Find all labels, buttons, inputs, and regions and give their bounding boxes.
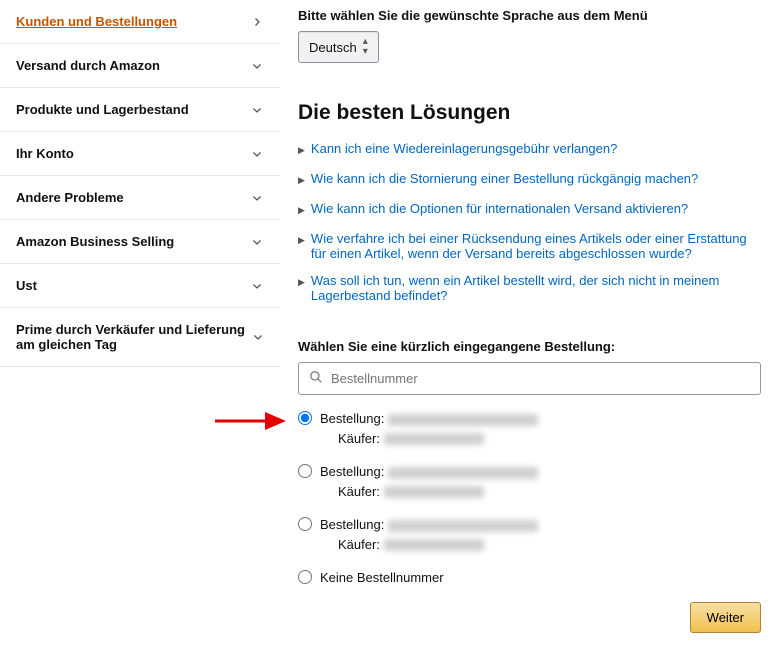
solution-link-2[interactable]: Wie kann ich die Optionen für internatio… bbox=[311, 201, 688, 216]
buyer-label: Käufer: bbox=[338, 431, 380, 446]
chevron-down-icon bbox=[250, 279, 264, 293]
continue-button[interactable]: Weiter bbox=[690, 602, 761, 633]
no-order-label: Keine Bestellnummer bbox=[320, 570, 444, 585]
buyer-name-redacted bbox=[384, 486, 484, 498]
order-radio-1[interactable] bbox=[298, 411, 312, 425]
caret-right-icon: ▶ bbox=[298, 141, 305, 159]
chevron-down-icon bbox=[250, 235, 264, 249]
sidebar-item-label: Produkte und Lagerbestand bbox=[16, 102, 189, 117]
chevron-down-icon bbox=[250, 147, 264, 161]
solution-link-0[interactable]: Kann ich eine Wiedereinlagerungsgebühr v… bbox=[311, 141, 617, 156]
buyer-label: Käufer: bbox=[338, 537, 380, 552]
language-select[interactable]: Deutsch ▴▾ bbox=[298, 31, 379, 63]
order-option-1[interactable]: Bestellung: Käufer: bbox=[298, 409, 761, 448]
order-option-none[interactable]: Keine Bestellnummer bbox=[298, 568, 761, 588]
solution-item-1: ▶ Wie kann ich die Stornierung einer Best… bbox=[298, 165, 761, 195]
sidebar-item-label: Ihr Konto bbox=[16, 146, 74, 161]
order-search-input[interactable] bbox=[331, 371, 750, 386]
solutions-title: Die besten Lösungen bbox=[298, 101, 761, 125]
order-select-prompt: Wählen Sie eine kürzlich eingegangene Be… bbox=[298, 339, 761, 354]
solution-item-2: ▶ Wie kann ich die Optionen für internati… bbox=[298, 195, 761, 225]
sidebar-item-label: Amazon Business Selling bbox=[16, 234, 174, 249]
chevron-down-icon bbox=[250, 59, 264, 73]
sidebar-item-label: Kunden und Bestellungen bbox=[16, 14, 177, 29]
caret-right-icon: ▶ bbox=[298, 171, 305, 189]
select-arrows-icon: ▴▾ bbox=[363, 37, 368, 57]
solution-item-4: ▶ Was soll ich tun, wenn ein Artikel best… bbox=[298, 267, 761, 309]
sidebar-item-4[interactable]: Andere Probleme bbox=[0, 176, 280, 220]
order-radio-3[interactable] bbox=[298, 517, 312, 531]
order-label: Bestellung: bbox=[320, 411, 384, 426]
sidebar-item-label: Prime durch Verkäufer und Lieferung am g… bbox=[16, 322, 252, 352]
order-number-redacted bbox=[388, 467, 538, 479]
sidebar-item-7[interactable]: Prime durch Verkäufer und Lieferung am g… bbox=[0, 308, 280, 367]
order-option-3[interactable]: Bestellung: Käufer: bbox=[298, 515, 761, 554]
chevron-right-icon bbox=[250, 15, 264, 29]
sidebar-item-6[interactable]: Ust bbox=[0, 264, 280, 308]
caret-right-icon: ▶ bbox=[298, 231, 305, 249]
order-option-2[interactable]: Bestellung: Käufer: bbox=[298, 462, 761, 501]
search-icon bbox=[309, 370, 323, 387]
sidebar-item-label: Andere Probleme bbox=[16, 190, 124, 205]
sidebar-item-5[interactable]: Amazon Business Selling bbox=[0, 220, 280, 264]
sidebar-item-label: Ust bbox=[16, 278, 37, 293]
order-radio-none[interactable] bbox=[298, 570, 312, 584]
solution-item-3: ▶ Wie verfahre ich bei einer Rücksendung … bbox=[298, 225, 761, 267]
order-number-redacted bbox=[388, 414, 538, 426]
order-label: Bestellung: bbox=[320, 517, 384, 532]
order-label: Bestellung: bbox=[320, 464, 384, 479]
language-selected: Deutsch bbox=[309, 40, 357, 55]
order-search-box[interactable] bbox=[298, 362, 761, 395]
buyer-name-redacted bbox=[384, 539, 484, 551]
buyer-name-redacted bbox=[384, 433, 484, 445]
solution-link-3[interactable]: Wie verfahre ich bei einer Rücksendung e… bbox=[311, 231, 761, 261]
sidebar-item-1[interactable]: Versand durch Amazon bbox=[0, 44, 280, 88]
sidebar-item-label: Versand durch Amazon bbox=[16, 58, 160, 73]
order-radio-2[interactable] bbox=[298, 464, 312, 478]
sidebar-item-0[interactable]: Kunden und Bestellungen bbox=[0, 0, 280, 44]
sidebar-item-2[interactable]: Produkte und Lagerbestand bbox=[0, 88, 280, 132]
sidebar-item-3[interactable]: Ihr Konto bbox=[0, 132, 280, 176]
chevron-down-icon bbox=[250, 103, 264, 117]
caret-right-icon: ▶ bbox=[298, 201, 305, 219]
solution-link-1[interactable]: Wie kann ich die Stornierung einer Beste… bbox=[311, 171, 698, 186]
buyer-label: Käufer: bbox=[338, 484, 380, 499]
solution-link-4[interactable]: Was soll ich tun, wenn ein Artikel beste… bbox=[311, 273, 761, 303]
order-number-redacted bbox=[388, 520, 538, 532]
chevron-down-icon bbox=[252, 330, 264, 344]
language-prompt: Bitte wählen Sie die gewünschte Sprache … bbox=[298, 8, 761, 23]
chevron-down-icon bbox=[250, 191, 264, 205]
solution-item-0: ▶ Kann ich eine Wiedereinlagerungsgebühr … bbox=[298, 135, 761, 165]
caret-right-icon: ▶ bbox=[298, 273, 305, 291]
